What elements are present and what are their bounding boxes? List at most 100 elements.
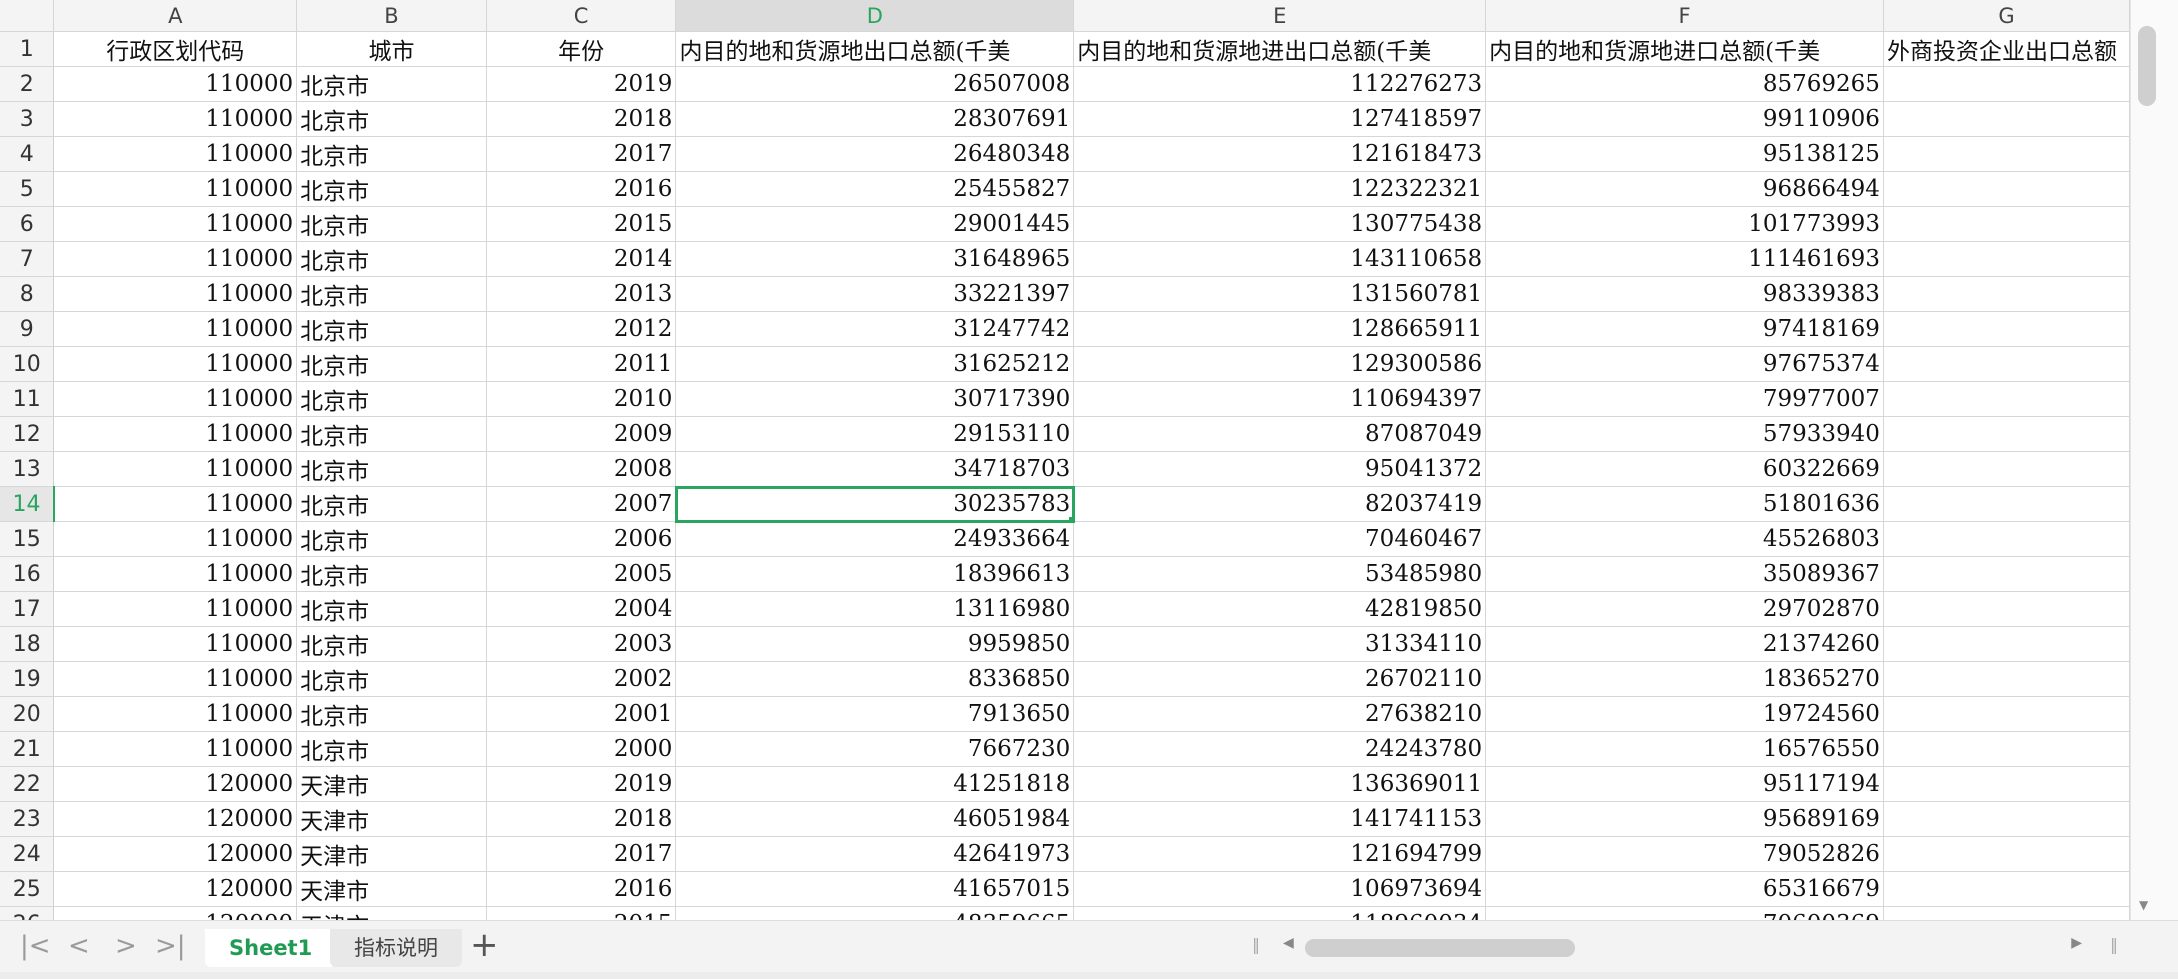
cell-total[interactable]: 143110658	[1073, 241, 1487, 277]
cell-fdi-export[interactable]	[1883, 66, 2130, 102]
row-number[interactable]: 26	[0, 906, 55, 920]
cell-code[interactable]: 110000	[53, 661, 298, 697]
cell-city[interactable]: 北京市	[296, 66, 487, 102]
row-number[interactable]: 10	[0, 346, 55, 382]
cell-total[interactable]: 131560781	[1073, 276, 1487, 312]
cell-export[interactable]: 30717390	[675, 381, 1075, 417]
cell-header-year[interactable]: 年份	[486, 31, 677, 67]
cell-import[interactable]: 45526803	[1485, 521, 1884, 557]
cell-year[interactable]: 2007	[486, 486, 677, 522]
row-number[interactable]: 25	[0, 871, 55, 907]
row-number[interactable]: 19	[0, 661, 55, 697]
cell-code[interactable]: 120000	[53, 906, 298, 920]
cell-fdi-export[interactable]	[1883, 136, 2130, 172]
row-number[interactable]: 21	[0, 731, 55, 767]
cell-code[interactable]: 110000	[53, 276, 298, 312]
cell-code[interactable]: 110000	[53, 556, 298, 592]
cell-total[interactable]: 121618473	[1073, 136, 1487, 172]
cell-code[interactable]: 120000	[53, 871, 298, 907]
cell-fdi-export[interactable]	[1883, 451, 2130, 487]
cell-export[interactable]: 7913650	[675, 696, 1075, 732]
cell-code[interactable]: 110000	[53, 136, 298, 172]
column-header-d[interactable]: D	[675, 0, 1075, 32]
cell-export[interactable]: 29153110	[675, 416, 1075, 452]
cell-year[interactable]: 2015	[486, 206, 677, 242]
cell-total[interactable]: 87087049	[1073, 416, 1487, 452]
cell-export[interactable]: 9959850	[675, 626, 1075, 662]
cell-export[interactable]: 46051984	[675, 801, 1075, 837]
cell-fdi-export[interactable]	[1883, 171, 2130, 207]
cell-code[interactable]: 110000	[53, 696, 298, 732]
cell-year[interactable]: 2017	[486, 136, 677, 172]
cell-export[interactable]: 34718703	[675, 451, 1075, 487]
cell-import[interactable]: 95138125	[1485, 136, 1884, 172]
scroll-right-arrow-icon[interactable]: ▶	[2071, 935, 2082, 951]
cell-code[interactable]: 110000	[53, 66, 298, 102]
cell-export[interactable]: 24933664	[675, 521, 1075, 557]
cell-city[interactable]: 天津市	[296, 836, 487, 872]
row-number[interactable]: 20	[0, 696, 55, 732]
cell-city[interactable]: 北京市	[296, 731, 487, 767]
cell-city[interactable]: 北京市	[296, 381, 487, 417]
cell-import[interactable]: 101773993	[1485, 206, 1884, 242]
cell-fdi-export[interactable]	[1883, 101, 2130, 137]
cell-total[interactable]: 26702110	[1073, 661, 1487, 697]
cell-city[interactable]: 北京市	[296, 451, 487, 487]
last-sheet-icon[interactable]: >|	[155, 931, 186, 961]
cell-fdi-export[interactable]	[1883, 311, 2130, 347]
cell-code[interactable]: 110000	[53, 381, 298, 417]
cell-year[interactable]: 2018	[486, 801, 677, 837]
split-handle-icon[interactable]: ‖	[1252, 935, 1260, 954]
cell-city[interactable]: 北京市	[296, 626, 487, 662]
cell-fdi-export[interactable]	[1883, 906, 2130, 920]
cell-fdi-export[interactable]	[1883, 731, 2130, 767]
cell-fdi-export[interactable]	[1883, 206, 2130, 242]
row-number[interactable]: 15	[0, 521, 55, 557]
row-number[interactable]: 3	[0, 101, 55, 137]
cell-total[interactable]: 121694799	[1073, 836, 1487, 872]
cell-city[interactable]: 天津市	[296, 871, 487, 907]
cell-fdi-export[interactable]	[1883, 486, 2130, 522]
cell-city[interactable]: 北京市	[296, 171, 487, 207]
cell-year[interactable]: 2000	[486, 731, 677, 767]
cell-city[interactable]: 北京市	[296, 521, 487, 557]
row-number[interactable]: 5	[0, 171, 55, 207]
column-header-e[interactable]: E	[1073, 0, 1487, 32]
row-number[interactable]: 16	[0, 556, 55, 592]
row-number[interactable]: 17	[0, 591, 55, 627]
row-number[interactable]: 11	[0, 381, 55, 417]
tab-indicator-notes[interactable]: 指标说明	[330, 929, 462, 967]
cell-export[interactable]: 48359665	[675, 906, 1075, 920]
cell-import[interactable]: 60322669	[1485, 451, 1884, 487]
cell-year[interactable]: 2015	[486, 906, 677, 920]
cell-total[interactable]: 129300586	[1073, 346, 1487, 382]
column-header-c[interactable]: C	[486, 0, 677, 32]
cell-export[interactable]: 26480348	[675, 136, 1075, 172]
cell-fdi-export[interactable]	[1883, 521, 2130, 557]
cell-code[interactable]: 120000	[53, 766, 298, 802]
cell-fdi-export[interactable]	[1883, 801, 2130, 837]
cell-code[interactable]: 110000	[53, 101, 298, 137]
cell-city[interactable]: 北京市	[296, 556, 487, 592]
cell-year[interactable]: 2003	[486, 626, 677, 662]
cell-export[interactable]: 26507008	[675, 66, 1075, 102]
cell-city[interactable]: 天津市	[296, 801, 487, 837]
cell-code[interactable]: 110000	[53, 171, 298, 207]
cell-fdi-export[interactable]	[1883, 381, 2130, 417]
first-sheet-icon[interactable]: |<	[20, 931, 51, 961]
cell-year[interactable]: 2004	[486, 591, 677, 627]
row-number[interactable]: 1	[0, 31, 55, 67]
cell-fdi-export[interactable]	[1883, 766, 2130, 802]
cell-year[interactable]: 2011	[486, 346, 677, 382]
cell-total[interactable]: 122322321	[1073, 171, 1487, 207]
row-number[interactable]: 7	[0, 241, 55, 277]
cell-import[interactable]: 95689169	[1485, 801, 1884, 837]
cell-city[interactable]: 北京市	[296, 276, 487, 312]
cell-city[interactable]: 北京市	[296, 486, 487, 522]
cell-city[interactable]: 天津市	[296, 906, 487, 920]
cell-year[interactable]: 2019	[486, 766, 677, 802]
cell-import[interactable]: 16576550	[1485, 731, 1884, 767]
cell-export[interactable]: 31247742	[675, 311, 1075, 347]
cell-code[interactable]: 110000	[53, 346, 298, 382]
cell-import[interactable]: 99110906	[1485, 101, 1884, 137]
